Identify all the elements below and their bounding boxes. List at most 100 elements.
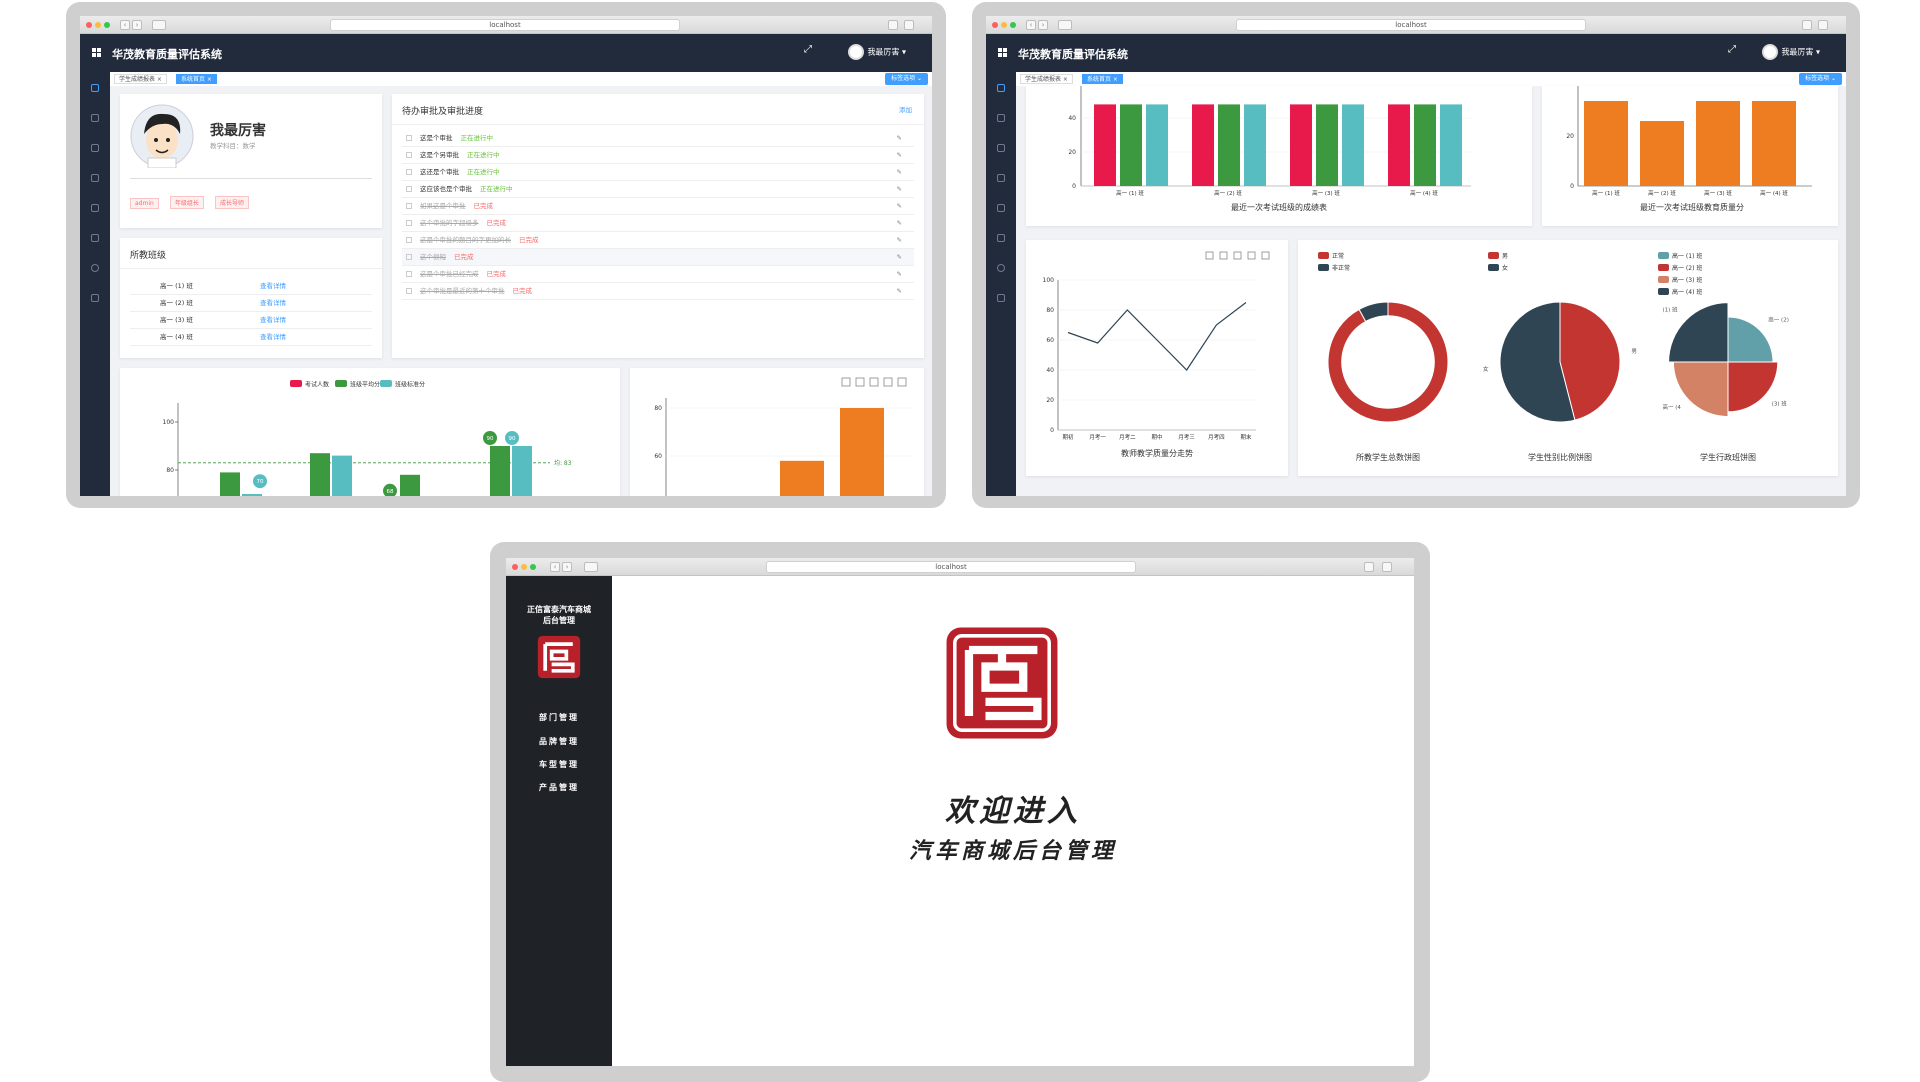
tab-options-button[interactable]: 标签选项 ⌄ xyxy=(1799,73,1842,85)
sidebar-toggle-icon[interactable] xyxy=(584,562,598,572)
tab-student-report[interactable]: 学生成绩报表 × xyxy=(114,74,167,84)
tab-system-home[interactable]: 系统首页 × xyxy=(1082,74,1123,84)
fullscreen-icon[interactable]: ⤢ xyxy=(1728,44,1736,55)
star-icon[interactable] xyxy=(997,294,1005,302)
user-circle-icon[interactable] xyxy=(997,264,1005,272)
grid-icon[interactable] xyxy=(997,144,1005,152)
forward-icon[interactable]: › xyxy=(562,562,572,572)
todo-status: 正在进行中 xyxy=(467,168,500,176)
x-tick-label: 高一 (1) 班 xyxy=(1116,189,1144,197)
browser-frame-dashboard: ‹ › localhost 华茂教育质量评估系统 ⤢ 我最厉害 ▾ 学生成绩报表… xyxy=(66,2,946,508)
edit-icon[interactable]: ✎ xyxy=(897,283,902,300)
app-header: 华茂教育质量评估系统 ⤢ 我最厉害 ▾ xyxy=(986,34,1846,72)
url-bar[interactable]: localhost xyxy=(1236,19,1586,31)
todo-checkbox[interactable] xyxy=(406,237,412,243)
close-dot[interactable] xyxy=(512,564,518,570)
edit-icon[interactable]: ✎ xyxy=(897,198,902,215)
profile-tags: admin 年级组长 成长导师 xyxy=(130,190,255,209)
table-icon[interactable] xyxy=(997,204,1005,212)
share-icon[interactable] xyxy=(888,20,898,30)
grid-icon[interactable] xyxy=(91,144,99,152)
share-icon[interactable] xyxy=(1364,562,1374,572)
y-tick-label: 20 xyxy=(1046,397,1054,404)
chart-title: 学生性别比例饼图 xyxy=(1528,452,1592,462)
forward-icon[interactable]: › xyxy=(132,20,142,30)
pie-label: 女 xyxy=(1483,365,1489,373)
user-menu[interactable]: 我最厉害 ▾ xyxy=(848,44,906,60)
menu-brand[interactable]: 品牌管理 xyxy=(506,736,612,747)
legend-label: 非正常 xyxy=(1332,264,1350,272)
url-bar[interactable]: localhost xyxy=(766,561,1136,573)
view-detail-link[interactable]: 查看详情 xyxy=(260,329,286,346)
view-detail-link[interactable]: 查看详情 xyxy=(260,278,286,295)
add-todo-link[interactable]: 添加 xyxy=(899,104,912,114)
pie-slice xyxy=(1672,361,1729,418)
close-dot[interactable] xyxy=(86,22,92,28)
todo-checkbox[interactable] xyxy=(406,186,412,192)
maximize-dot[interactable] xyxy=(1010,22,1016,28)
document-icon[interactable] xyxy=(91,174,99,182)
edit-icon[interactable]: ✎ xyxy=(897,147,902,164)
todo-checkbox[interactable] xyxy=(406,271,412,277)
tab-options-button[interactable]: 标签选项 ⌄ xyxy=(885,73,928,85)
star-icon[interactable] xyxy=(91,294,99,302)
todo-checkbox[interactable] xyxy=(406,135,412,141)
user-menu[interactable]: 我最厉害 ▾ xyxy=(1762,44,1820,60)
tabs-icon[interactable] xyxy=(1382,562,1392,572)
maximize-dot[interactable] xyxy=(530,564,536,570)
menu-product[interactable]: 产品管理 xyxy=(506,782,612,793)
apps-grid-icon[interactable] xyxy=(92,48,101,57)
home-icon[interactable] xyxy=(997,84,1005,92)
database-icon[interactable] xyxy=(997,234,1005,242)
close-dot[interactable] xyxy=(992,22,998,28)
minimize-dot[interactable] xyxy=(521,564,527,570)
view-detail-link[interactable]: 查看详情 xyxy=(260,295,286,312)
database-icon[interactable] xyxy=(91,234,99,242)
edit-icon[interactable]: ✎ xyxy=(897,266,902,283)
edit-icon[interactable]: ✎ xyxy=(897,232,902,249)
y-tick-label: 100 xyxy=(1043,277,1055,284)
back-icon[interactable]: ‹ xyxy=(120,20,130,30)
minimize-dot[interactable] xyxy=(95,22,101,28)
edit-icon[interactable]: ✎ xyxy=(897,130,902,147)
document-icon[interactable] xyxy=(997,174,1005,182)
bar-班级平均分 xyxy=(490,446,510,496)
back-icon[interactable]: ‹ xyxy=(550,562,560,572)
home-icon[interactable] xyxy=(91,84,99,92)
browser-window: ‹ › localhost 华茂教育质量评估系统 ⤢ 我最厉害 ▾ 学生成绩报表… xyxy=(986,16,1846,496)
back-icon[interactable]: ‹ xyxy=(1026,20,1036,30)
home-alt-icon[interactable] xyxy=(997,114,1005,122)
todo-text: 这是个另审批 xyxy=(420,151,459,159)
apps-grid-icon[interactable] xyxy=(998,48,1007,57)
minimize-dot[interactable] xyxy=(1001,22,1007,28)
view-detail-link[interactable]: 查看详情 xyxy=(260,312,286,329)
tabs-icon[interactable] xyxy=(1818,20,1828,30)
forward-icon[interactable]: › xyxy=(1038,20,1048,30)
sidebar-toggle-icon[interactable] xyxy=(152,20,166,30)
menu-model[interactable]: 车型管理 xyxy=(506,759,612,770)
edit-icon[interactable]: ✎ xyxy=(897,181,902,198)
user-circle-icon[interactable] xyxy=(91,264,99,272)
todo-checkbox[interactable] xyxy=(406,254,412,260)
url-bar[interactable]: localhost xyxy=(330,19,680,31)
todo-checkbox[interactable] xyxy=(406,220,412,226)
tab-system-home[interactable]: 系统首页 × xyxy=(176,74,217,84)
edit-icon[interactable]: ✎ xyxy=(897,215,902,232)
mall-logo xyxy=(946,627,1058,739)
edit-icon[interactable]: ✎ xyxy=(897,249,902,266)
todo-checkbox[interactable] xyxy=(406,169,412,175)
line-icon xyxy=(1219,251,1228,260)
maximize-dot[interactable] xyxy=(104,22,110,28)
fullscreen-icon[interactable]: ⤢ xyxy=(804,44,812,55)
table-icon[interactable] xyxy=(91,204,99,212)
share-icon[interactable] xyxy=(1802,20,1812,30)
home-alt-icon[interactable] xyxy=(91,114,99,122)
menu-dept[interactable]: 部门管理 xyxy=(506,712,612,723)
edit-icon[interactable]: ✎ xyxy=(897,164,902,181)
todo-checkbox[interactable] xyxy=(406,288,412,294)
todo-checkbox[interactable] xyxy=(406,203,412,209)
sidebar-toggle-icon[interactable] xyxy=(1058,20,1072,30)
tabs-icon[interactable] xyxy=(904,20,914,30)
todo-checkbox[interactable] xyxy=(406,152,412,158)
tab-student-report[interactable]: 学生成绩报表 × xyxy=(1020,74,1073,84)
